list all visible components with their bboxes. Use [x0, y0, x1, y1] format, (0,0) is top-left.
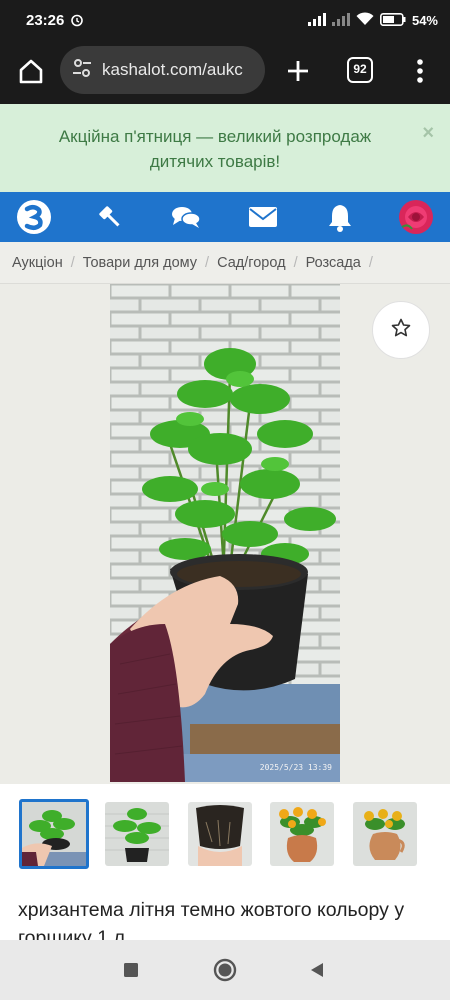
alarm-icon: [70, 13, 84, 32]
kebab-menu-icon[interactable]: [408, 56, 432, 86]
product-title: хризантема літня темно жовтого кольору у…: [18, 899, 405, 940]
avatar[interactable]: [398, 199, 434, 235]
promo-banner[interactable]: Акційна п'ятниця — великий розпродаж дит…: [0, 104, 450, 192]
mail-icon[interactable]: [245, 199, 281, 235]
breadcrumb-item[interactable]: Товари для дому: [83, 255, 197, 271]
breadcrumb: Аукціон / Товари для дому / Сад/город / …: [0, 242, 450, 284]
breadcrumb-item[interactable]: Сад/город: [217, 255, 286, 271]
logo-icon[interactable]: [16, 199, 52, 235]
promo-text: Акційна п'ятниця — великий розпродаж дит…: [58, 127, 372, 171]
chat-icon[interactable]: [168, 199, 204, 235]
gavel-icon[interactable]: [92, 199, 128, 235]
thumbnail[interactable]: [353, 802, 417, 866]
wifi-icon: [356, 12, 374, 29]
main-product-photo[interactable]: 2025/5/23 13:39: [110, 284, 340, 782]
breadcrumb-separator: /: [205, 254, 210, 271]
thumbnail[interactable]: [105, 802, 169, 866]
status-bar: 23:26 54%: [0, 0, 450, 42]
favorite-button[interactable]: [372, 301, 430, 359]
product-title-area: хризантема літня темно жовтого кольору у…: [0, 886, 450, 940]
site-navbar: [0, 192, 450, 242]
signal-icon: [307, 12, 326, 29]
breadcrumb-separator: /: [293, 254, 298, 271]
bell-icon[interactable]: [322, 199, 358, 235]
thumbnail[interactable]: [19, 799, 89, 869]
tab-switcher-button[interactable]: 92: [347, 57, 373, 83]
status-time: 23:26: [26, 12, 65, 29]
product-gallery: 2025/5/23 13:39: [0, 284, 450, 784]
status-indicators: 54%: [307, 12, 438, 29]
home-icon[interactable]: [16, 56, 46, 86]
new-tab-icon[interactable]: [283, 56, 313, 86]
breadcrumb-item[interactable]: Аукціон: [12, 255, 63, 271]
battery-icon: [379, 12, 406, 29]
star-icon: [391, 318, 411, 343]
breadcrumb-separator: /: [368, 254, 373, 271]
thumbnail-strip: [0, 784, 450, 886]
browser-toolbar: kashalot.com/aukc 92: [0, 42, 450, 104]
address-bar[interactable]: kashalot.com/aukc: [60, 46, 265, 94]
signal-2-icon: [331, 12, 350, 29]
breadcrumb-item[interactable]: Розсада: [306, 255, 361, 271]
photo-timestamp: 2025/5/23 13:39: [259, 763, 332, 772]
close-icon[interactable]: ×: [422, 122, 434, 145]
breadcrumb-separator: /: [70, 254, 75, 271]
back-icon[interactable]: [305, 958, 329, 982]
thumbnail[interactable]: [188, 802, 252, 866]
thumbnail[interactable]: [270, 802, 334, 866]
recents-icon[interactable]: [119, 958, 143, 982]
site-settings-icon[interactable]: [72, 58, 92, 83]
battery-level: 54%: [411, 13, 438, 28]
home-circle-icon[interactable]: [213, 958, 237, 982]
url-text: kashalot.com/aukc: [102, 60, 243, 79]
system-nav-bar: [0, 940, 450, 1000]
